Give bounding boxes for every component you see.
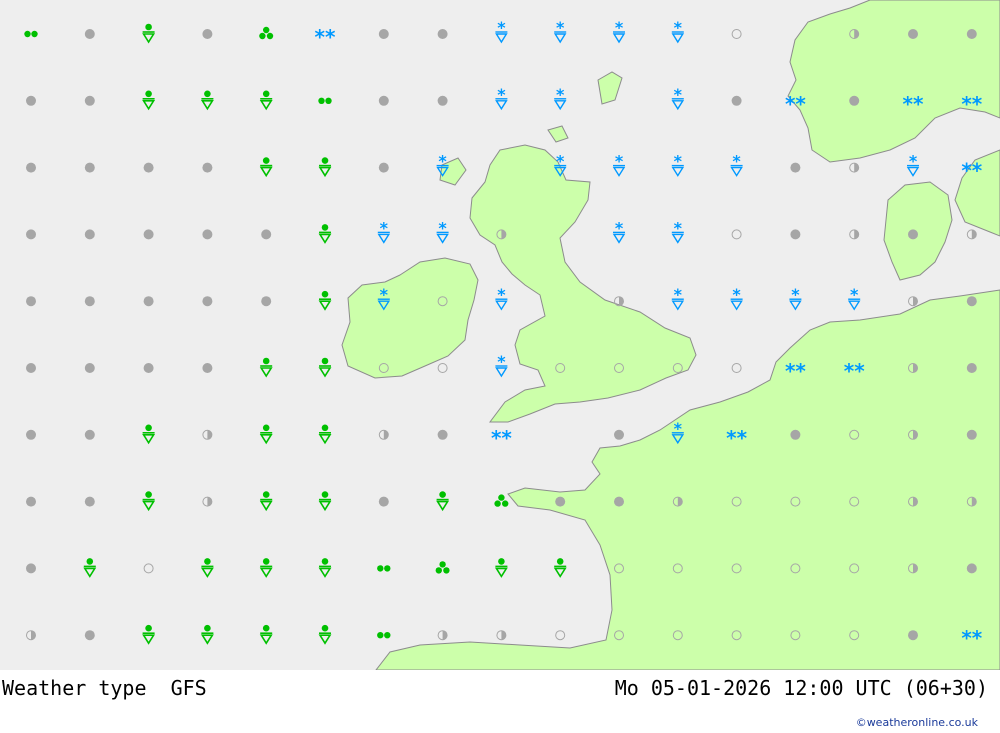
overcast-dot-icon [378, 162, 389, 173]
overcast-dot-icon [908, 630, 918, 641]
svg-text:**: ** [785, 92, 806, 116]
overcast-dot-icon [437, 429, 448, 440]
overcast-dot-icon [261, 229, 272, 240]
overcast-dot-icon [437, 95, 448, 106]
overcast-dot-icon [143, 296, 154, 307]
map-title: Weather type GFS [2, 676, 207, 700]
overcast-dot-icon [908, 229, 918, 240]
overcast-dot-icon [378, 496, 389, 507]
snow-icon: ** [315, 25, 336, 49]
svg-text:**: ** [844, 359, 865, 383]
map-datetime: Mo 05-01-2026 12:00 UTC (06+30) [614, 676, 988, 700]
overcast-dot-icon [202, 29, 213, 39]
overcast-dot-icon [437, 29, 448, 39]
overcast-dot-icon [84, 95, 95, 106]
overcast-dot-icon [143, 229, 154, 240]
overcast-dot-icon [143, 363, 154, 373]
svg-text:**: ** [726, 426, 747, 450]
overcast-dot-icon [790, 429, 801, 440]
snow-icon: ** [726, 426, 747, 450]
overcast-dot-icon [26, 229, 36, 240]
overcast-dot-icon [84, 363, 95, 373]
overcast-dot-icon [84, 162, 95, 173]
snow-icon: ** [844, 359, 865, 383]
overcast-dot-icon [966, 29, 977, 39]
svg-text:**: ** [491, 426, 512, 450]
overcast-dot-icon [202, 229, 213, 240]
overcast-dot-icon [26, 162, 36, 173]
snow-icon: ** [961, 92, 982, 116]
overcast-dot-icon [84, 229, 95, 240]
svg-text:**: ** [961, 92, 982, 116]
overcast-dot-icon [26, 363, 36, 373]
snow-icon: ** [903, 92, 924, 116]
overcast-dot-icon [614, 429, 624, 440]
overcast-dot-icon [378, 29, 389, 39]
overcast-dot-icon [261, 296, 272, 307]
overcast-dot-icon [84, 496, 95, 507]
overcast-dot-icon [84, 429, 95, 440]
overcast-dot-icon [966, 563, 977, 574]
snow-icon: ** [491, 426, 512, 450]
snow-icon: ** [785, 92, 806, 116]
overcast-dot-icon [378, 95, 389, 106]
overcast-dot-icon [966, 429, 977, 440]
snow-icon: ** [785, 359, 806, 383]
overcast-dot-icon [908, 29, 918, 39]
overcast-dot-icon [26, 496, 36, 507]
svg-text:**: ** [903, 92, 924, 116]
svg-text:**: ** [961, 159, 982, 183]
weather-map: ** * * * ** * * ** ** *** * * * * * *** * * ** * * * * ** ** ****… [0, 0, 1000, 670]
overcast-dot-icon [84, 29, 95, 39]
svg-text:**: ** [961, 626, 982, 650]
overcast-dot-icon [84, 630, 95, 641]
overcast-dot-icon [143, 162, 154, 173]
overcast-dot-icon [555, 496, 566, 507]
overcast-dot-icon [849, 95, 860, 106]
snow-icon: ** [961, 159, 982, 183]
overcast-dot-icon [790, 162, 801, 173]
overcast-dot-icon [966, 363, 977, 373]
overcast-dot-icon [790, 229, 801, 240]
svg-text:**: ** [315, 25, 336, 49]
overcast-dot-icon [202, 296, 213, 307]
overcast-dot-icon [26, 95, 36, 106]
overcast-dot-icon [202, 162, 213, 173]
overcast-dot-icon [731, 95, 742, 106]
overcast-dot-icon [966, 296, 977, 307]
overcast-dot-icon [614, 496, 624, 507]
overcast-dot-icon [26, 296, 36, 307]
snow-icon: ** [961, 626, 982, 650]
credit-link[interactable]: ©weatheronline.co.uk [856, 716, 978, 729]
overcast-dot-icon [26, 429, 36, 440]
svg-text:**: ** [785, 359, 806, 383]
overcast-dot-icon [84, 296, 95, 307]
overcast-dot-icon [202, 363, 213, 373]
overcast-dot-icon [26, 563, 36, 574]
